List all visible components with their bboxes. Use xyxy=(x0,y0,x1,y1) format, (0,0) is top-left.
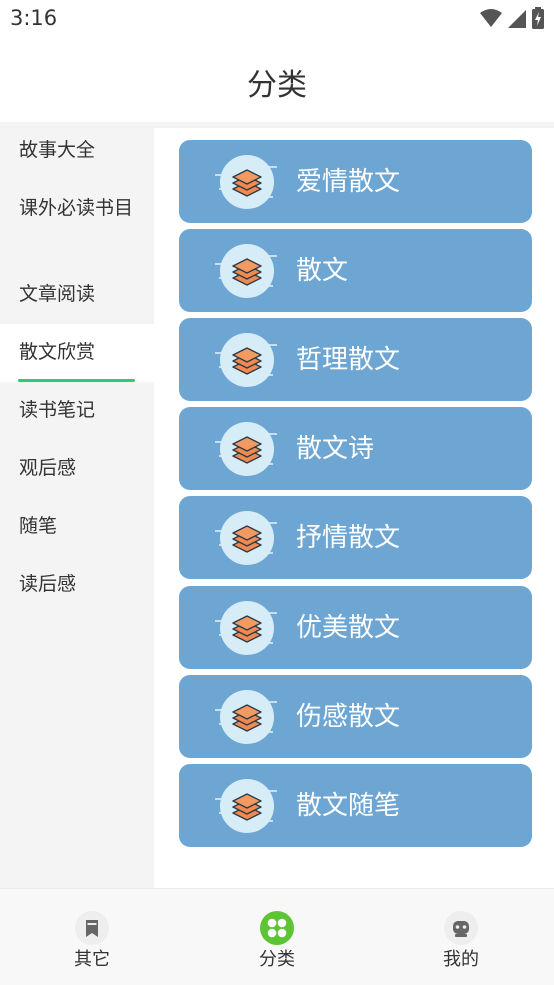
sidebar-item-required-reading[interactable]: 课外必读书目 xyxy=(0,180,154,266)
layers-icon xyxy=(215,153,279,211)
nav-label: 我的 xyxy=(443,949,479,970)
robot-icon xyxy=(444,911,478,945)
category-card[interactable]: 散文随笔 xyxy=(179,764,532,847)
layers-icon xyxy=(215,420,279,478)
page-title: 分类 xyxy=(247,68,307,103)
sidebar-item-label: 课外必读书目 xyxy=(19,197,134,219)
category-card[interactable]: 散文 xyxy=(179,229,532,312)
title-bar: 分类 xyxy=(0,38,554,122)
wifi-icon xyxy=(480,9,502,27)
layers-icon xyxy=(215,331,279,389)
status-bar: 3:16 xyxy=(0,0,554,38)
grid-icon xyxy=(260,911,294,945)
status-icons xyxy=(480,7,544,29)
sidebar-item-book-reviews[interactable]: 读后感 xyxy=(0,556,154,614)
category-card[interactable]: 散文诗 xyxy=(179,407,532,490)
sidebar-item-label: 随笔 xyxy=(19,515,58,537)
category-label: 哲理散文 xyxy=(296,345,401,375)
bottom-nav: 其它 分类 我的 xyxy=(0,888,554,985)
layers-icon xyxy=(215,777,279,835)
category-sidebar: 故事大全 课外必读书目 文章阅读 散文欣赏 读书笔记 观后感 随笔 读后感 xyxy=(0,122,154,888)
category-label: 散文诗 xyxy=(296,434,375,464)
nav-other[interactable]: 其它 xyxy=(0,889,184,985)
sidebar-item-viewing-thoughts[interactable]: 观后感 xyxy=(0,440,154,498)
layers-icon xyxy=(215,599,279,657)
category-card[interactable]: 抒情散文 xyxy=(179,496,532,579)
signal-icon xyxy=(508,10,526,28)
nav-mine[interactable]: 我的 xyxy=(369,889,553,985)
category-label: 散文 xyxy=(296,256,349,286)
layers-icon xyxy=(215,242,279,300)
sidebar-item-articles[interactable]: 文章阅读 xyxy=(0,266,154,324)
sidebar-item-label: 文章阅读 xyxy=(19,283,96,305)
battery-icon xyxy=(532,7,544,29)
category-label: 散文随笔 xyxy=(296,791,401,821)
sidebar-item-label: 观后感 xyxy=(19,457,77,479)
sidebar-item-reading-notes[interactable]: 读书笔记 xyxy=(0,382,154,440)
sidebar-item-label: 读书笔记 xyxy=(19,399,96,421)
sidebar-item-label: 故事大全 xyxy=(19,139,96,161)
category-label: 抒情散文 xyxy=(296,523,401,553)
category-card[interactable]: 哲理散文 xyxy=(179,318,532,401)
sidebar-item-stories[interactable]: 故事大全 xyxy=(0,122,154,180)
sidebar-item-label: 散文欣赏 xyxy=(19,341,96,363)
bookmark-icon xyxy=(75,911,109,945)
nav-category[interactable]: 分类 xyxy=(185,889,369,985)
status-time: 3:16 xyxy=(10,6,58,30)
nav-label: 分类 xyxy=(259,949,295,970)
sidebar-item-prose-appreciation[interactable]: 散文欣赏 xyxy=(0,324,154,382)
category-card[interactable]: 优美散文 xyxy=(179,586,532,669)
nav-label: 其它 xyxy=(74,949,110,970)
category-label: 伤感散文 xyxy=(296,702,401,732)
category-card[interactable]: 爱情散文 xyxy=(179,140,532,223)
category-label: 优美散文 xyxy=(296,613,401,643)
layers-icon xyxy=(215,688,279,746)
sidebar-item-essays[interactable]: 随笔 xyxy=(0,498,154,556)
sidebar-item-label: 读后感 xyxy=(19,573,77,595)
layers-icon xyxy=(215,509,279,567)
category-card[interactable]: 伤感散文 xyxy=(179,675,532,758)
category-label: 爱情散文 xyxy=(296,167,401,197)
